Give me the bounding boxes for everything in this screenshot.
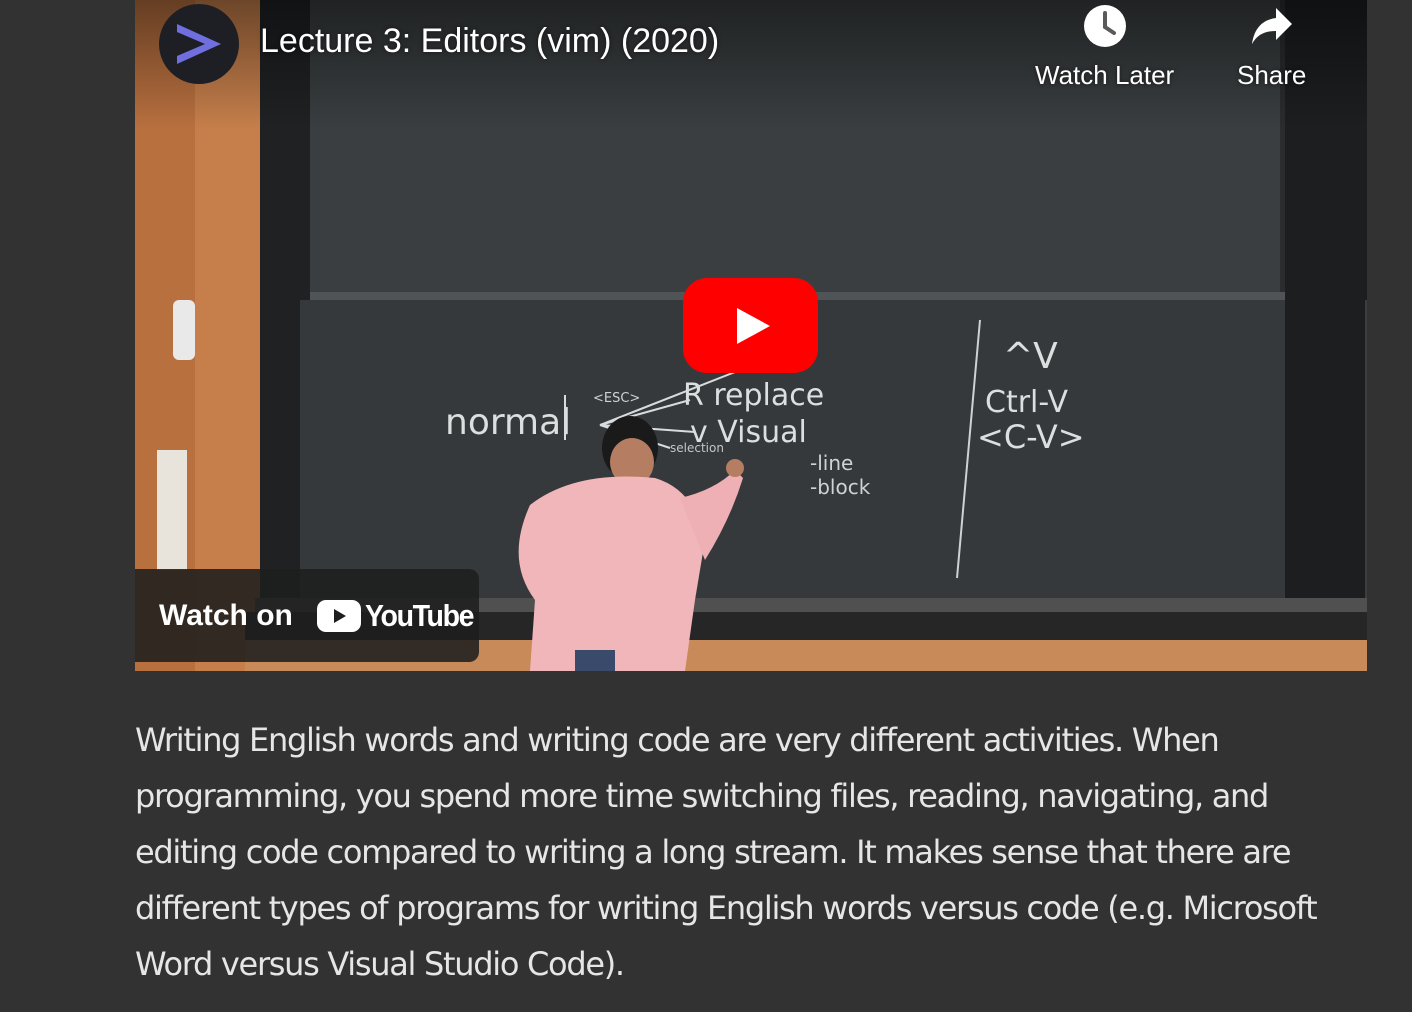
watch-on-youtube-button[interactable]: Watch on YouTube <box>135 569 479 662</box>
play-button[interactable] <box>683 278 818 373</box>
chalk-c-v: <C-V> <box>977 418 1085 456</box>
page: normal <ESC> R replace v Visual selectio… <box>0 0 1412 1012</box>
watch-later-button[interactable]: Watch Later <box>1035 4 1174 91</box>
clock-icon <box>1083 5 1126 47</box>
chalk-esc: <ESC> <box>593 391 640 406</box>
play-icon <box>683 278 818 373</box>
channel-avatar-arrow-icon <box>177 24 221 64</box>
share-button[interactable]: Share <box>1237 4 1306 91</box>
video-title[interactable]: Lecture 3: Editors (vim) (2020) <box>260 22 719 61</box>
share-label: Share <box>1237 60 1307 90</box>
chalk-block: -block <box>810 475 871 499</box>
title-gradient-overlay <box>135 0 1367 130</box>
share-arrow-icon <box>1251 8 1292 44</box>
chalk-caret-v: ^V <box>1003 336 1058 377</box>
chalk-line: -line <box>810 451 853 475</box>
watch-on-label: Watch on <box>159 598 293 632</box>
youtube-play-logo-icon <box>316 599 361 632</box>
chalk-ctrl-v: Ctrl-V <box>985 385 1068 420</box>
chalk-normal: normal <box>445 402 571 443</box>
article-paragraph: Writing English words and writing code a… <box>135 721 1318 983</box>
chalk-selection: selection <box>670 441 724 455</box>
youtube-wordmark: YouTube <box>364 597 474 633</box>
youtube-logo: YouTube <box>316 597 483 634</box>
watch-later-label: Watch Later <box>1035 60 1175 90</box>
youtube-embed-player[interactable]: normal <ESC> R replace v Visual selectio… <box>135 0 1367 671</box>
channel-avatar[interactable] <box>159 4 239 84</box>
